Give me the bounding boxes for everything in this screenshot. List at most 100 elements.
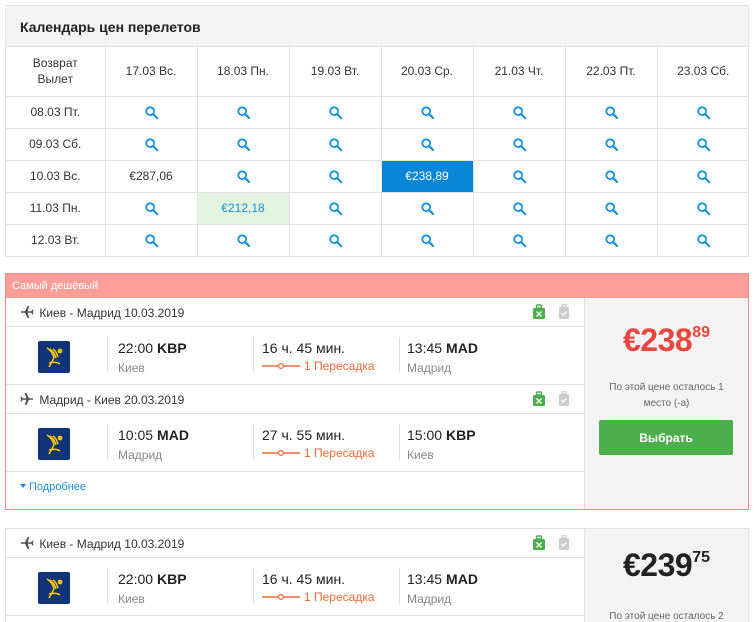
calendar-search-cell[interactable]	[656, 191, 749, 225]
calendar-search-cell[interactable]	[380, 223, 474, 256]
departure-time: 22:00	[118, 340, 154, 356]
checked-baggage-icon	[559, 535, 569, 550]
airline-logo	[38, 572, 70, 604]
calendar-search-cell[interactable]	[196, 223, 290, 256]
calendar-search-cell[interactable]	[564, 223, 658, 256]
return-label: Возврат	[32, 56, 78, 71]
calendar-price-cell[interactable]: €212,18	[196, 191, 290, 225]
offer-segments: Киев - Мадрид 10.03.2019 22:00 KBP Киев 1…	[6, 529, 585, 622]
hand-luggage-icon	[532, 535, 545, 550]
calendar-row: 10.03 Вс. €287,06 €238,89	[6, 159, 749, 193]
search-icon	[512, 106, 526, 120]
calendar-price-cell[interactable]: €287,06	[104, 159, 198, 193]
calendar-search-cell[interactable]	[104, 223, 198, 256]
segment-header: Киев - Мадрид 10.03.2019	[6, 529, 585, 558]
segment-route: Киев - Мадрид 10.03.2019	[39, 306, 185, 320]
calendar-search-cell[interactable]	[472, 223, 566, 256]
price-integer: €238	[623, 322, 693, 358]
calendar-search-cell[interactable]	[104, 191, 198, 225]
departure-city: Киев	[118, 592, 145, 606]
calendar-search-cell[interactable]	[380, 191, 474, 225]
search-icon	[604, 138, 618, 152]
segment-details: 22:00 KBP Киев 16 ч. 45 мин. 1 Пересадка …	[6, 327, 585, 385]
more-details-link[interactable]: Подробнее	[6, 472, 585, 501]
search-icon	[144, 234, 158, 248]
hand-luggage-icon	[532, 304, 545, 319]
return-date-header: 18.03 Пн.	[196, 47, 290, 97]
arrival-code: MAD	[446, 340, 478, 356]
return-date-header: 17.03 Вс.	[104, 47, 198, 97]
arrival-code: MAD	[446, 571, 478, 587]
search-icon	[697, 106, 710, 120]
offer-card: Самый дешёвый Киев - Мадрид 10.03.2019 2…	[5, 273, 749, 510]
search-icon	[604, 202, 618, 216]
calendar-price-cell[interactable]: €238,89	[380, 159, 474, 193]
calendar-search-cell[interactable]	[472, 95, 566, 129]
search-icon	[328, 202, 342, 216]
plane-icon	[21, 306, 34, 318]
offer-price: €23889	[585, 322, 748, 359]
price-cents: 75	[692, 549, 710, 566]
calendar-search-cell[interactable]	[564, 95, 658, 129]
departure-city: Киев	[118, 361, 145, 375]
calendar-row: 09.03 Сб.	[6, 127, 749, 161]
calendar-search-cell[interactable]	[288, 191, 382, 225]
seats-left-note: По этой цене осталось 1 место (-а)	[609, 382, 724, 409]
flight-duration: 27 ч. 55 мин.	[262, 427, 346, 443]
return-date-header: 23.03 Сб.	[656, 47, 749, 97]
search-icon	[420, 234, 434, 248]
search-icon	[236, 170, 250, 184]
calendar-search-cell[interactable]	[564, 191, 658, 225]
search-icon	[604, 170, 618, 184]
calendar-search-cell[interactable]	[104, 95, 198, 129]
calendar-search-cell[interactable]	[656, 159, 749, 193]
arrival-time: 15:00	[407, 427, 443, 443]
calendar-search-cell[interactable]	[656, 95, 749, 129]
plane-icon	[21, 537, 34, 549]
departure-code: KBP	[157, 340, 187, 356]
calendar-search-cell[interactable]	[656, 223, 749, 256]
select-button[interactable]: Выбрать	[599, 420, 733, 455]
departure-label: Вылет	[37, 72, 73, 87]
calendar-search-cell[interactable]	[656, 127, 749, 161]
calendar-search-cell[interactable]	[564, 127, 658, 161]
caret-down-icon	[20, 484, 26, 488]
calendar-search-cell[interactable]	[104, 127, 198, 161]
calendar-search-cell[interactable]	[380, 127, 474, 161]
airline-logo	[38, 341, 70, 373]
arrival-code: KBP	[446, 427, 476, 443]
search-icon	[697, 170, 710, 184]
price-cents: 89	[692, 324, 710, 341]
departure-date: 08.03 Пт.	[6, 95, 106, 129]
calendar-search-cell[interactable]	[472, 159, 566, 193]
stops-link[interactable]: 1 Пересадка	[304, 359, 375, 373]
stops-link[interactable]: 1 Пересадка	[304, 446, 375, 460]
search-icon	[328, 138, 342, 152]
departure-date: 10.03 Вс.	[6, 159, 106, 193]
calendar-search-cell[interactable]	[196, 159, 290, 193]
calendar-search-cell[interactable]	[288, 127, 382, 161]
seats-left-note: По этой цене осталось 2	[609, 611, 724, 622]
hand-luggage-icon	[532, 391, 545, 406]
stops-link[interactable]: 1 Пересадка	[304, 590, 375, 604]
search-icon	[604, 106, 618, 120]
calendar-header-row: Возврат Вылет 17.03 Вс. 18.03 Пн. 19.03 Вт. 2…	[6, 47, 749, 97]
arrival-city: Мадрид	[407, 592, 452, 606]
calendar-search-cell[interactable]	[196, 127, 290, 161]
return-date-header: 21.03 Чт.	[472, 47, 566, 97]
calendar-search-cell[interactable]	[288, 223, 382, 256]
search-icon	[236, 138, 250, 152]
search-icon	[604, 234, 618, 248]
airline-logo	[38, 428, 70, 460]
calendar-search-cell[interactable]	[380, 95, 474, 129]
segment-details: 22:00 KBP Киев 16 ч. 45 мин. 1 Пересадка …	[6, 558, 585, 616]
calendar-search-cell[interactable]	[472, 127, 566, 161]
calendar-search-cell[interactable]	[564, 159, 658, 193]
search-icon	[420, 202, 434, 216]
calendar-search-cell[interactable]	[288, 159, 382, 193]
search-icon	[512, 170, 526, 184]
search-icon	[144, 138, 158, 152]
calendar-search-cell[interactable]	[196, 95, 290, 129]
calendar-search-cell[interactable]	[288, 95, 382, 129]
calendar-search-cell[interactable]	[472, 191, 566, 225]
